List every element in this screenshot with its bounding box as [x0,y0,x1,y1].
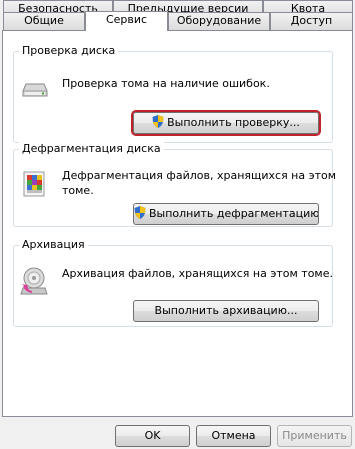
disk-check-group: Проверка диска Проверка тома на наличие … [13,44,333,143]
tab-service[interactable]: Сервис [85,11,168,31]
disk-check-text: Проверка тома на наличие ошибок. [62,77,270,90]
run-defrag-label: Выполнить дефрагментацию... [149,207,319,220]
tab-hardware[interactable]: Оборудование [168,12,270,30]
service-tab-panel: Проверка диска Проверка тома на наличие … [2,30,353,417]
uac-shield-icon [134,206,146,224]
run-backup-button[interactable]: Выполнить архивацию... [133,300,319,322]
ok-button[interactable]: OK [115,425,190,447]
hard-drive-icon [22,82,48,101]
cancel-button[interactable]: Отмена [196,425,271,447]
run-check-label: Выполнить проверку... [167,116,300,129]
backup-text: Архивация файлов, хранящихся на этом том… [62,267,333,280]
backup-icon [20,266,48,299]
defrag-text-line2: томе. [62,184,94,197]
defrag-text-line1: Дефрагментация файлов, хранящихся на это… [62,169,337,182]
run-defrag-button[interactable]: Выполнить дефрагментацию... [133,203,319,225]
backup-title: Архивация [19,238,88,252]
tab-sharing[interactable]: Доступ [270,12,353,30]
uac-shield-icon [152,115,164,133]
defrag-group: Дефрагментация диска Дефрагментация файл… [13,142,337,227]
tab-general[interactable]: Общие [3,12,85,30]
defrag-title: Дефрагментация диска [19,142,164,156]
apply-button[interactable]: Применить [277,425,352,447]
defrag-icon [22,170,46,201]
disk-check-title: Проверка диска [19,44,119,58]
run-check-button[interactable]: Выполнить проверку... [133,112,319,134]
backup-group: Архивация Архивация файлов, хранящихся н… [13,238,333,327]
